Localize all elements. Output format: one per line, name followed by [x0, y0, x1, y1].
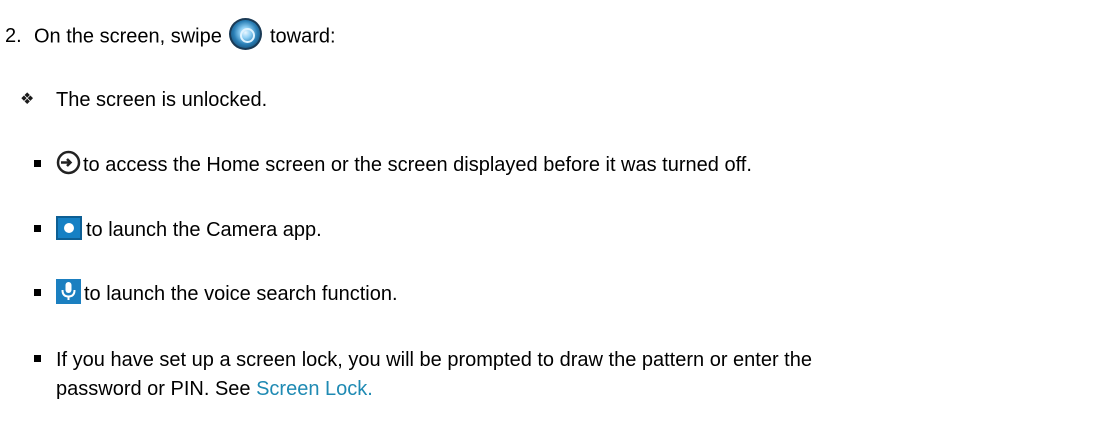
bullet-content: to access the Home screen or the screen … [56, 150, 752, 177]
camera-icon [56, 215, 82, 240]
bullet-item-unlock: to access the Home screen or the screen … [0, 150, 1117, 177]
step-text-before-icon: On the screen, swipe [34, 25, 222, 48]
square-bullet-icon [34, 160, 41, 167]
subpoint-line: ❖ The screen is unlocked. [0, 88, 1117, 112]
bullet-content: password or PIN. See Screen Lock. [56, 377, 373, 401]
step-number: 2. [5, 25, 22, 47]
screen-lock-link[interactable]: Screen Lock. [256, 378, 373, 400]
bullet-content: to launch the Camera app. [56, 215, 322, 242]
bullet-text-screen-lock-line2: password or PIN. See [56, 378, 251, 400]
step-2-line: 2. On the screen, swipe toward: [0, 18, 1117, 50]
bullet-item-screen-lock-continued: password or PIN. See Screen Lock. [0, 377, 1117, 401]
diamond-bullet-icon: ❖ [20, 91, 35, 108]
bullet-item-screen-lock: If you have set up a screen lock, you wi… [0, 348, 1117, 372]
bullet-content: to launch the voice search function. [56, 279, 398, 306]
bullet-text-camera: to launch the Camera app. [86, 219, 322, 241]
step-text: On the screen, swipe toward: [34, 18, 336, 50]
unlock-icon [56, 150, 81, 175]
bullet-text-voice: to launch the voice search function. [84, 283, 398, 305]
bullet-text-screen-lock-line1: If you have set up a screen lock, you wi… [56, 349, 812, 371]
step-text-after-icon: toward: [270, 25, 336, 48]
microphone-icon [56, 279, 81, 305]
subpoint-text: The screen is unlocked. [56, 89, 268, 111]
bullet-item-camera: to launch the Camera app. [0, 215, 1117, 242]
bullet-item-voice: to launch the voice search function. [0, 279, 1117, 306]
lock-orb-icon [229, 18, 263, 50]
square-bullet-icon [34, 355, 41, 362]
bullet-text-unlock: to access the Home screen or the screen … [83, 154, 752, 176]
square-bullet-icon [34, 225, 41, 232]
square-bullet-icon [34, 289, 41, 296]
